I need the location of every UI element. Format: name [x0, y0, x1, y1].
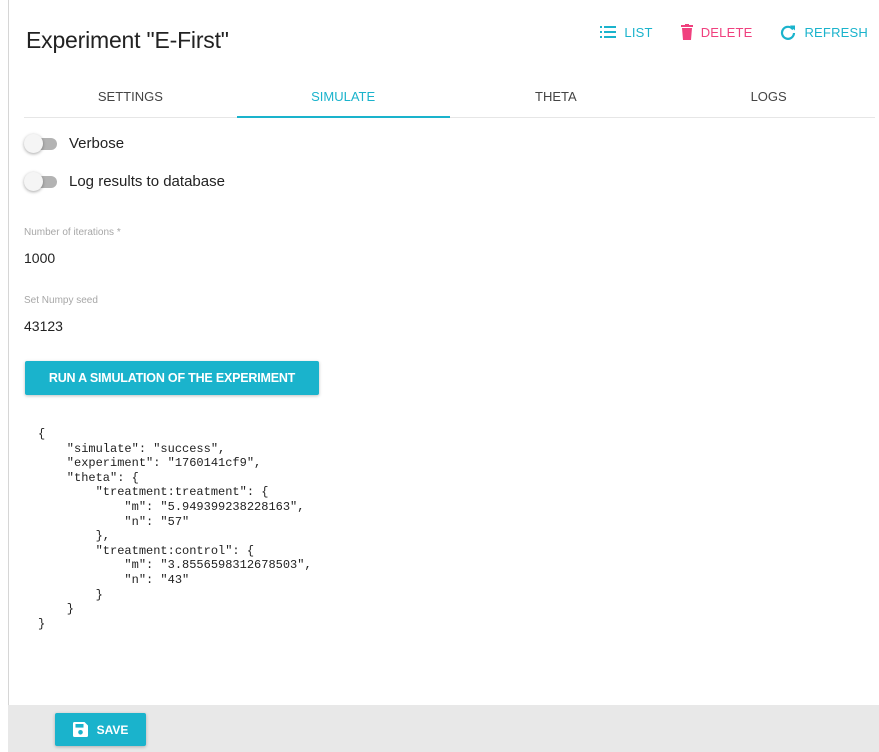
refresh-button[interactable]: REFRESH — [780, 24, 868, 40]
header-actions: LIST DELETE REFRESH — [572, 24, 868, 40]
simulation-output: { "simulate": "success", "experiment": "… — [38, 427, 312, 631]
tab-settings[interactable]: SETTINGS — [24, 81, 237, 117]
iterations-input[interactable]: 1000 — [24, 250, 224, 266]
verbose-toggle[interactable] — [24, 133, 58, 153]
tab-theta[interactable]: THETA — [450, 81, 663, 117]
list-button[interactable]: LIST — [600, 25, 652, 40]
log-results-label: Log results to database — [69, 173, 225, 190]
tab-bar: SETTINGS SIMULATE THETA LOGS — [24, 81, 875, 118]
verbose-label: Verbose — [69, 135, 125, 152]
seed-field: Set Numpy seed 43123 — [24, 295, 224, 334]
log-results-toggle[interactable] — [24, 171, 58, 191]
list-button-label: LIST — [624, 24, 653, 40]
iterations-field: Number of iterations * 1000 — [24, 227, 224, 266]
save-icon — [72, 722, 88, 737]
seed-input[interactable]: 43123 — [24, 318, 224, 334]
toggle-knob — [24, 133, 43, 153]
list-icon — [600, 26, 617, 38]
page-title: Experiment "E-First" — [26, 27, 229, 53]
save-button-label: SAVE — [96, 722, 129, 737]
refresh-button-label: REFRESH — [804, 24, 868, 40]
trash-icon — [680, 24, 693, 40]
log-results-toggle-row[interactable]: Log results to database — [24, 171, 225, 191]
verbose-toggle-row[interactable]: Verbose — [24, 133, 125, 153]
page-left-border — [8, 0, 9, 705]
run-simulation-button[interactable]: RUN A SIMULATION OF THE EXPERIMENT — [25, 361, 319, 395]
tab-logs[interactable]: LOGS — [662, 81, 875, 117]
iterations-label: Number of iterations * — [24, 227, 121, 238]
save-button[interactable]: SAVE — [55, 713, 146, 746]
delete-button-label: DELETE — [700, 24, 753, 40]
delete-button[interactable]: DELETE — [680, 24, 753, 40]
tab-simulate[interactable]: SIMULATE — [236, 81, 450, 118]
refresh-icon — [780, 24, 796, 40]
page-header: Experiment "E-First" — [26, 27, 229, 54]
toggle-knob — [24, 171, 43, 191]
footer-bar: SAVE — [8, 705, 879, 752]
seed-label: Set Numpy seed — [24, 295, 98, 306]
